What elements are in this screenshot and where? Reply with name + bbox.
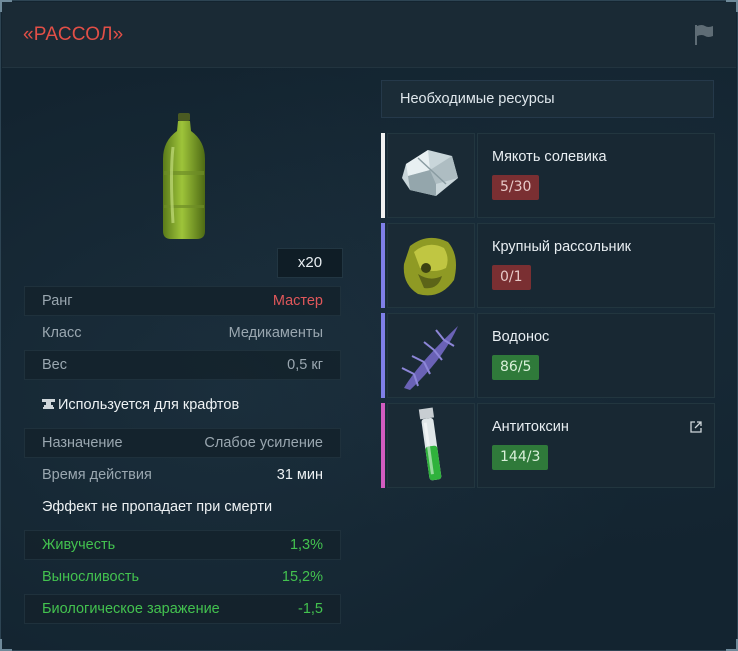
crafting-note-row: Используется для крафтов — [24, 390, 341, 420]
antitoxin-vial-icon — [418, 407, 442, 481]
resource-icon-cell — [387, 223, 475, 308]
class-value: Медикаменты — [228, 325, 323, 341]
resource-icon-cell — [387, 133, 475, 218]
effect-label: Биологическое заражение — [42, 601, 220, 617]
rarity-bar — [381, 223, 385, 308]
weight-label: Вес — [42, 357, 67, 373]
resources-header-label: Необходимые ресурсы — [400, 91, 555, 107]
effect-row: Живучесть 1,3% — [24, 530, 341, 560]
resource-item[interactable]: Антитоксин 144/3 — [381, 403, 715, 488]
duration-label: Время действия — [42, 467, 152, 483]
rank-label: Ранг — [42, 293, 73, 309]
anvil-icon — [42, 399, 55, 409]
rarity-bar — [381, 313, 385, 398]
resource-item[interactable]: Водонос 86/5 — [381, 313, 715, 398]
flag-icon[interactable] — [692, 23, 716, 47]
frame-corner — [726, 639, 738, 651]
purpose-value: Слабое усиление — [204, 435, 323, 451]
resource-info: Мякоть солевика 5/30 — [477, 133, 715, 218]
class-label: Класс — [42, 325, 82, 341]
death-note-row: Эффект не пропадает при смерти — [24, 492, 341, 522]
resource-name: Водонос — [492, 329, 550, 345]
resource-name: Антитоксин — [492, 419, 569, 435]
header: «РАССОЛ» — [2, 2, 736, 68]
stat-row-weight: Вес 0,5 кг — [24, 350, 341, 380]
purpose-label: Назначение — [42, 435, 123, 451]
resource-item[interactable]: Мякоть солевика 5/30 — [381, 133, 715, 218]
pickle-brine-bottle-icon — [163, 113, 205, 239]
quantity-label: x20 — [277, 248, 343, 278]
resources-header: Необходимые ресурсы — [381, 80, 714, 118]
duration-value: 31 мин — [276, 467, 323, 483]
death-note: Эффект не пропадает при смерти — [42, 499, 273, 515]
stat-row-rank: Ранг Мастер — [24, 286, 341, 316]
crafting-note: Используется для крафтов — [58, 397, 240, 413]
frame-corner — [0, 639, 12, 651]
stat-row-class: Класс Медикаменты — [24, 318, 341, 348]
resource-count-badge: 0/1 — [492, 265, 531, 290]
resource-info: Антитоксин 144/3 — [477, 403, 715, 488]
item-tooltip-panel: «РАССОЛ» x20 Ранг Мастер Класс Медикамен… — [0, 0, 738, 651]
rarity-bar — [381, 403, 385, 488]
effect-value: 15,2% — [281, 569, 323, 585]
resource-item[interactable]: Крупный рассольник 0/1 — [381, 223, 715, 308]
effect-row: Биологическое заражение -1,5 — [24, 594, 341, 624]
stat-row-duration: Время действия 31 мин — [24, 460, 341, 490]
effect-label: Живучесть — [42, 537, 116, 553]
rarity-bar — [381, 133, 385, 218]
resource-info: Водонос 86/5 — [477, 313, 715, 398]
weight-value: 0,5 кг — [287, 357, 323, 373]
effect-label: Выносливость — [42, 569, 140, 585]
green-ore-icon — [403, 237, 456, 296]
effect-row: Выносливость 15,2% — [24, 562, 341, 592]
resource-name: Мякоть солевика — [492, 149, 607, 165]
resource-count-badge: 144/3 — [492, 445, 549, 470]
resource-count-badge: 86/5 — [492, 355, 540, 380]
resource-count-badge: 5/30 — [492, 175, 540, 200]
external-link-icon[interactable] — [690, 421, 702, 433]
resource-info: Крупный рассольник 0/1 — [477, 223, 715, 308]
salt-crystal-icon — [402, 150, 458, 196]
effect-value: -1,5 — [298, 601, 323, 617]
stat-row-purpose: Назначение Слабое усиление — [24, 428, 341, 458]
purple-spike-icon — [401, 326, 458, 390]
effect-value: 1,3% — [289, 537, 323, 553]
item-title: «РАССОЛ» — [23, 24, 124, 45]
resource-icon-cell — [387, 313, 475, 398]
rank-value: Мастер — [272, 293, 323, 309]
resource-icon-cell — [387, 403, 475, 488]
resource-name: Крупный рассольник — [492, 239, 632, 255]
